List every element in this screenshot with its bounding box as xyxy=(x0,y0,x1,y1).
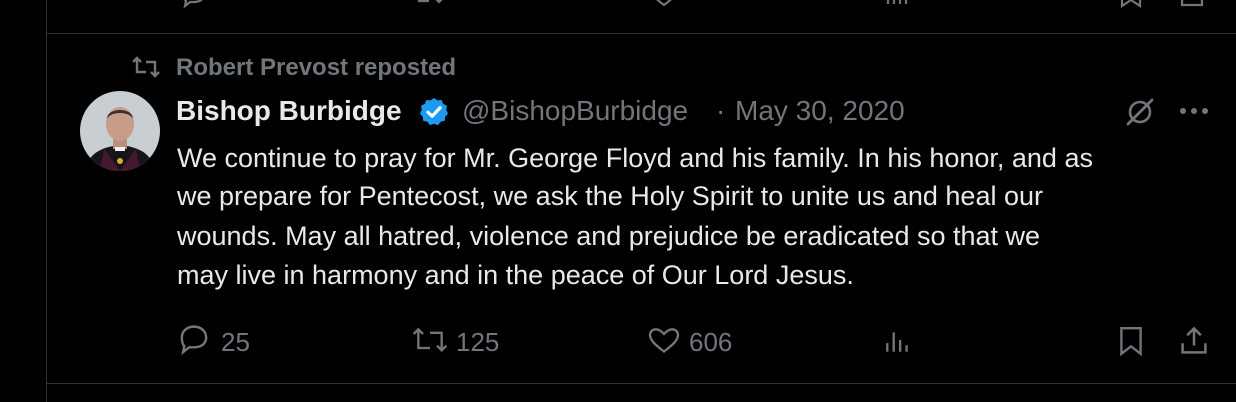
tweet-date[interactable]: May 30, 2020 xyxy=(735,95,905,127)
tweet-body-line-4: may live in harmony and in the peace of … xyxy=(177,260,854,290)
retweet-icon[interactable] xyxy=(412,0,446,8)
author-handle[interactable]: @BishopBurbidge xyxy=(462,95,688,127)
tweet-body-line-1: We continue to pray for Mr. George Floyd… xyxy=(177,143,1093,173)
reply-count: 25 xyxy=(221,327,250,357)
like-count: 606 xyxy=(689,327,733,357)
like-icon[interactable] xyxy=(647,327,681,355)
views-icon[interactable] xyxy=(884,0,912,8)
reply-icon[interactable] xyxy=(180,0,208,8)
views-icon[interactable] xyxy=(883,327,913,355)
tweet-body-line-2: we prepare for Pentecost, we ask the Hol… xyxy=(177,181,1043,211)
left-column-border xyxy=(46,0,47,402)
share-icon[interactable] xyxy=(1178,0,1206,8)
meta-separator: · xyxy=(716,95,726,126)
reply-icon[interactable] xyxy=(177,325,211,355)
more-icon[interactable] xyxy=(1178,106,1210,116)
bookmark-icon[interactable] xyxy=(1116,325,1146,357)
tweet-body-line-3: wounds. May all hatred, violence and pre… xyxy=(177,221,1041,251)
bookmark-icon[interactable] xyxy=(1118,0,1146,8)
tweet-divider xyxy=(47,33,1236,34)
avatar[interactable] xyxy=(80,91,160,171)
retweet-icon xyxy=(132,56,160,78)
verified-badge-icon[interactable] xyxy=(418,96,450,128)
grok-icon[interactable] xyxy=(1122,94,1158,130)
retweet-icon[interactable] xyxy=(410,327,450,355)
tweet-divider-bottom xyxy=(47,383,1236,384)
author-display-name[interactable]: Bishop Burbidge xyxy=(176,95,402,127)
share-icon[interactable] xyxy=(1178,325,1210,357)
repost-context-text[interactable]: Robert Prevost reposted xyxy=(176,54,456,82)
repost-count: 125 xyxy=(456,327,500,357)
like-icon[interactable] xyxy=(650,0,678,8)
